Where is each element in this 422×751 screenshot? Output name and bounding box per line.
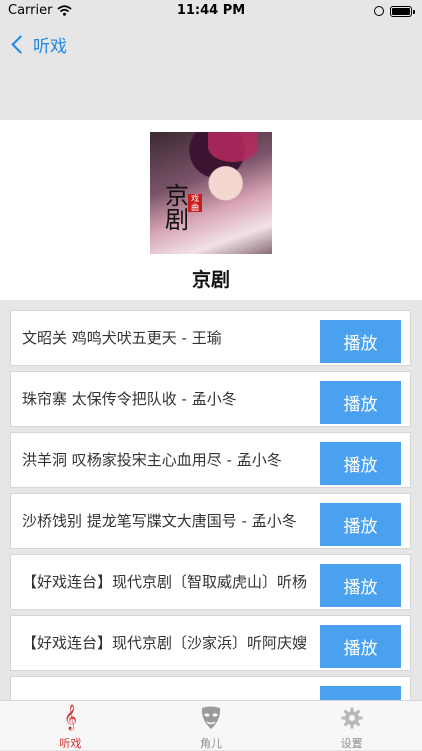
navigation-bar: 听戏: [0, 24, 422, 64]
cover-headdress: [208, 132, 258, 162]
track-row: 洪羊洞 叹杨家投宋主心血用尽 - 孟小冬 播放: [10, 432, 411, 488]
track-title: 沙桥饯别 提龙笔写牒文大唐国号 - 孟小冬: [22, 512, 297, 530]
album-cover: 京剧 戏曲: [150, 132, 272, 254]
track-title: [22, 677, 312, 700]
tab-performers[interactable]: 角儿: [141, 701, 282, 750]
play-button[interactable]: 播放: [320, 320, 401, 363]
track-title: 文昭关 鸡鸣犬吠五更天 - 王瑜: [22, 329, 222, 347]
tab-label: 角儿: [200, 737, 222, 750]
battery-icon: [390, 6, 415, 17]
gear-icon: [340, 706, 364, 730]
back-label: 听戏: [33, 37, 67, 57]
tab-settings[interactable]: 设置: [281, 701, 422, 750]
tab-label: 听戏: [59, 737, 82, 750]
back-button[interactable]: 听戏: [10, 32, 67, 57]
track-title: 洪羊洞 叹杨家投宋主心血用尽 - 孟小冬: [22, 451, 282, 469]
status-bar: Carrier 11:44 PM: [0, 0, 422, 24]
opera-mask-icon: [199, 706, 223, 730]
play-button[interactable]: 播放: [320, 564, 401, 607]
orientation-lock-icon: [374, 6, 384, 16]
track-row: 【好戏连台】现代京剧〔沙家浜〕听阿庆嫂 播放: [10, 615, 411, 671]
track-row: 播放: [10, 676, 411, 700]
track-title: 珠帘寨 太保传令把队收 - 孟小冬: [22, 390, 237, 408]
album-header: 京剧 戏曲 京剧: [0, 120, 422, 300]
play-button[interactable]: 播放: [320, 381, 401, 424]
track-list: 文昭关 鸡鸣犬吠五更天 - 王瑜 播放 珠帘寨 太保传令把队收 - 孟小冬 播放 洪羊洞…: [10, 310, 411, 700]
play-button[interactable]: 播放: [320, 625, 401, 668]
track-title: 【好戏连台】现代京剧〔沙家浜〕听阿庆嫂: [22, 634, 308, 652]
cover-seal: 戏曲: [188, 194, 202, 212]
track-row: 珠帘寨 太保传令把队收 - 孟小冬 播放: [10, 371, 411, 427]
battery-fill: [392, 8, 410, 15]
chevron-left-icon: [11, 35, 30, 54]
play-button[interactable]: 播放: [320, 686, 401, 700]
play-button[interactable]: 播放: [320, 442, 401, 485]
track-title: 【好戏连台】现代京剧〔智取威虎山〕听杨: [22, 573, 308, 591]
album-title: 京剧: [191, 269, 230, 291]
clock: 11:44 PM: [176, 3, 246, 18]
play-button[interactable]: 播放: [320, 503, 401, 546]
track-row: 【好戏连台】现代京剧〔智取威虎山〕听杨 播放: [10, 554, 411, 610]
tab-listen[interactable]: 𝄞 听戏: [0, 701, 141, 751]
treble-clef-icon: 𝄞: [63, 705, 77, 730]
tab-label: 设置: [340, 737, 363, 750]
tab-bar: 𝄞 听戏 角儿 设置: [0, 700, 422, 750]
track-row: 沙桥饯别 提龙笔写牒文大唐国号 - 孟小冬 播放: [10, 493, 411, 549]
track-row: 文昭关 鸡鸣犬吠五更天 - 王瑜 播放: [10, 310, 411, 366]
